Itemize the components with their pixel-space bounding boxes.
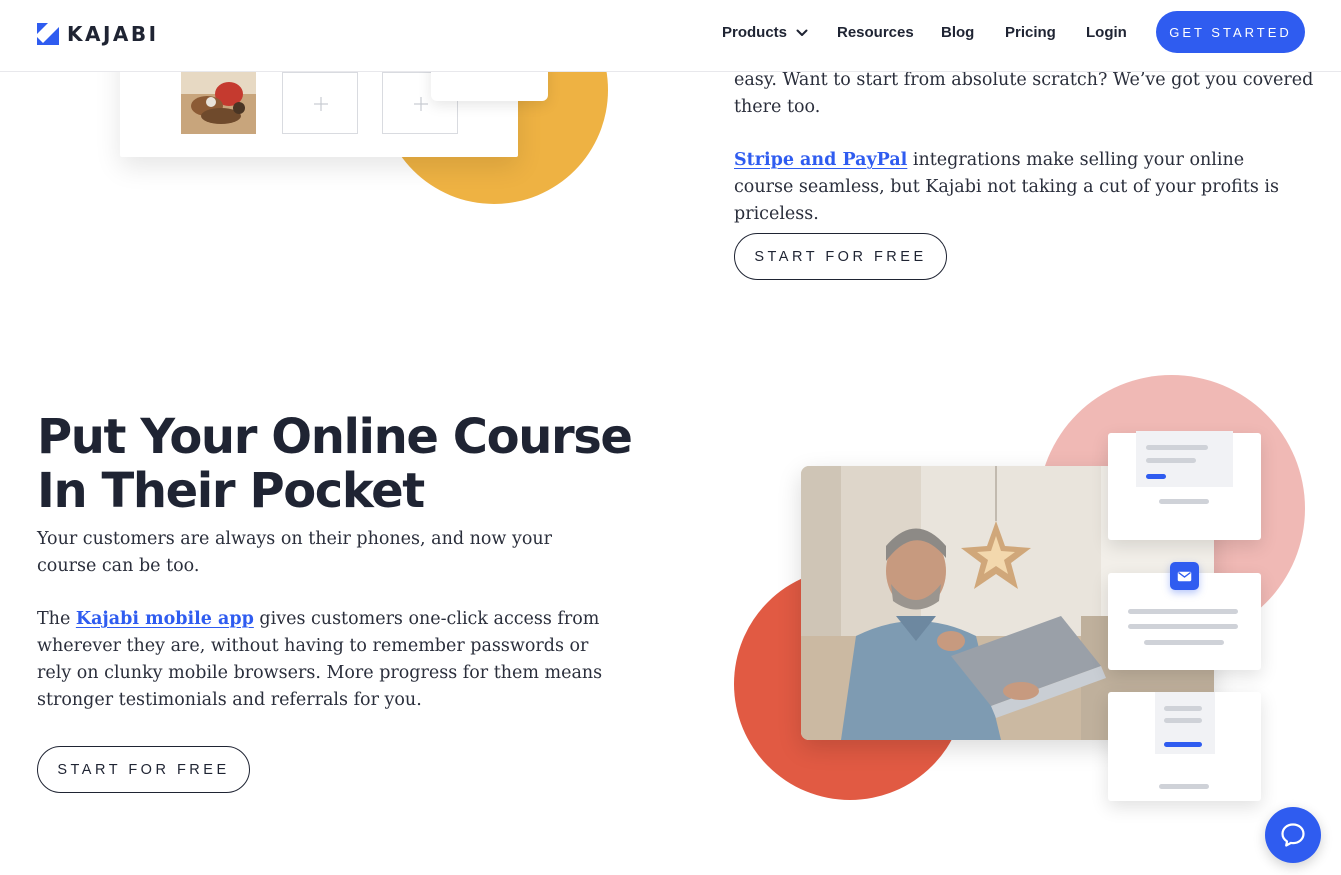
text-line [1164, 718, 1202, 723]
start-for-free-button[interactable]: START FOR FREE [37, 746, 250, 793]
chevron-down-icon [796, 29, 808, 36]
thumbnail-photo [181, 72, 256, 134]
text-line [1159, 499, 1209, 504]
mobile-app-paragraph: The Kajabi mobile app gives customers on… [37, 606, 607, 714]
nav-pricing[interactable]: Pricing [1005, 24, 1056, 41]
text-line [1146, 458, 1196, 463]
add-thumbnail-slot[interactable] [282, 72, 358, 134]
chat-bubble-icon [1281, 823, 1305, 847]
nav-products[interactable]: Products [722, 24, 808, 41]
thumbnail-photo-image [181, 72, 256, 134]
site-header: KAJABI Products Resources Blog Pricing L… [0, 0, 1341, 72]
stripe-paypal-link[interactable]: Stripe and PayPal [734, 150, 907, 170]
nav-products-label: Products [722, 24, 788, 41]
start-for-free-button[interactable]: START FOR FREE [734, 233, 947, 280]
nav-login[interactable]: Login [1086, 24, 1127, 41]
text-line [1128, 609, 1238, 614]
text-line [1144, 640, 1224, 645]
text-line [1159, 784, 1209, 789]
app-screen-card [1108, 431, 1261, 540]
accent-line [1146, 474, 1166, 479]
headline-line-1: Put Your Online Course [37, 409, 633, 465]
scratch-paragraph: easy. Want to start from absolute scratc… [734, 70, 1314, 117]
plus-icon [314, 97, 328, 111]
plus-icon [414, 97, 428, 111]
kajabi-mobile-app-link[interactable]: Kajabi mobile app [76, 609, 254, 629]
kajabi-logo[interactable]: KAJABI [37, 23, 159, 45]
pocket-headline: Put Your Online Course In Their Pocket [37, 410, 657, 518]
accent-line [1164, 742, 1202, 747]
app-screen-card [1108, 692, 1261, 801]
chat-support-button[interactable] [1265, 807, 1321, 863]
text-line [1164, 706, 1202, 711]
mobile-app-prefix: The [37, 609, 76, 629]
nav-blog[interactable]: Blog [941, 24, 974, 41]
text-line [1146, 445, 1208, 450]
logo-text: KAJABI [67, 22, 159, 46]
customers-paragraph: Your customers are always on their phone… [37, 529, 553, 576]
text-line [1128, 624, 1238, 629]
mail-icon-glyph [1177, 571, 1192, 581]
stripe-paypal-paragraph: Stripe and PayPal integrations make sell… [734, 147, 1304, 228]
nav-resources[interactable]: Resources [837, 24, 914, 41]
headline-line-2: In Their Pocket [37, 463, 425, 519]
get-started-button[interactable]: GET STARTED [1156, 11, 1305, 53]
mail-icon [1170, 562, 1199, 590]
kajabi-logo-mark-icon [37, 23, 59, 45]
